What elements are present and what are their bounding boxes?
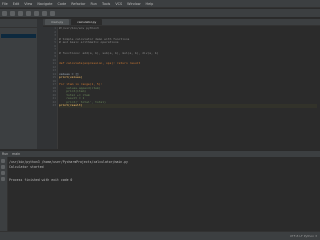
run-tab[interactable]: Run [2, 152, 8, 156]
menu-bar: File Edit View Navigate Code Refactor Run Tools… [0, 0, 320, 8]
save-icon[interactable] [10, 10, 15, 16]
project-tree-row[interactable] [1, 39, 36, 43]
menu-item[interactable]: Run [90, 0, 97, 8]
clear-icon[interactable] [1, 177, 5, 181]
forward-icon[interactable] [34, 10, 39, 16]
status-right: UTF-8 LF Python 3 [289, 234, 317, 238]
run-tool-window-header: Run main [0, 150, 320, 157]
menu-item[interactable]: Code [58, 0, 67, 8]
project-tree-row[interactable] [1, 29, 36, 33]
open-folder-icon[interactable] [2, 10, 7, 16]
refresh-icon[interactable] [18, 10, 23, 16]
debug-icon[interactable] [50, 10, 55, 16]
toolbar [0, 9, 320, 18]
run-console: /usr/bin/python3 /home/user/PycharmProje… [0, 157, 320, 231]
rerun-icon[interactable] [1, 159, 5, 163]
menu-item[interactable]: Edit [13, 0, 20, 8]
code-area[interactable]: #!/usr/bin/env python3 # Simple calculato… [59, 27, 317, 149]
editor-tab-active[interactable]: calculator.py [71, 19, 103, 25]
menu-item[interactable]: Navigate [37, 0, 52, 8]
editor-tabs: main.py calculator.py [43, 19, 320, 26]
menu-item[interactable]: File [2, 0, 8, 8]
menu-item[interactable]: VCS [115, 0, 122, 8]
back-icon[interactable] [26, 10, 31, 16]
console-toolbar [0, 157, 8, 231]
status-bar: UTF-8 LF Python 3 [0, 231, 320, 240]
menu-item[interactable]: View [24, 0, 32, 8]
menu-item[interactable]: Tools [102, 0, 110, 8]
line-number-gutter: 1 2 3 4 5 6 7 8 9 10 11 12 13 14 15 16 17 18 19 20 21 22 23 [43, 26, 58, 149]
menu-item[interactable]: Help [146, 0, 154, 8]
scroll-to-end-icon[interactable] [1, 171, 5, 175]
project-tree-row-selected[interactable] [1, 34, 36, 38]
line-number: 23 [52, 103, 56, 107]
editor-tab[interactable]: main.py [45, 19, 70, 25]
code-line: print(result) [59, 103, 317, 108]
menu-item[interactable]: Refactor [71, 0, 85, 8]
run-config-name: main [12, 152, 21, 156]
run-icon[interactable] [42, 10, 47, 16]
stop-icon[interactable] [1, 165, 5, 169]
console-output[interactable]: /usr/bin/python3 /home/user/PycharmProje… [9, 160, 318, 229]
project-tool-window [0, 19, 38, 149]
project-pane-header [0, 19, 37, 28]
editor-panel: main.py calculator.py 1 2 3 4 5 6 7 8 9 10 11 12 13 1… [43, 19, 320, 149]
console-line: Process finished with exit code 0 [9, 178, 73, 182]
menu-item[interactable]: Window [127, 0, 140, 8]
